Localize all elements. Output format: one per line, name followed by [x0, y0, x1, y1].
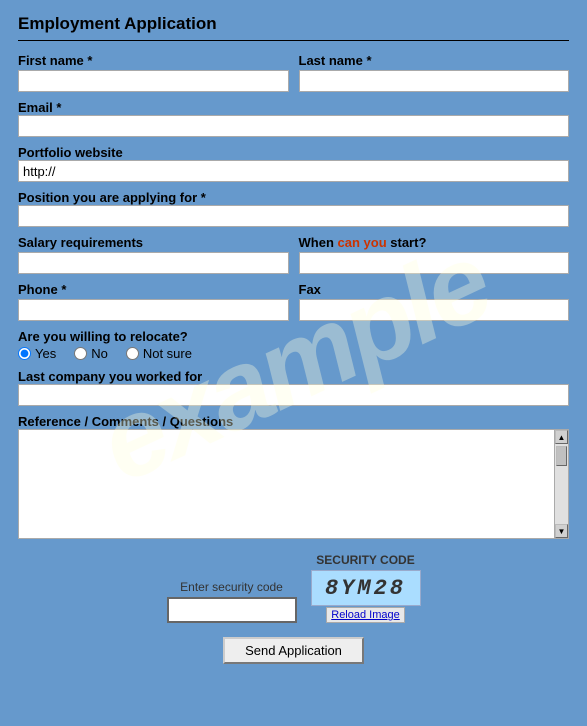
- phone-fax-row: Phone * Fax: [18, 282, 569, 321]
- textarea-wrapper: ▲ ▼: [18, 429, 569, 539]
- relocate-no-label: No: [91, 346, 108, 361]
- security-input-group: Enter security code: [167, 580, 297, 623]
- security-input-label: Enter security code: [180, 580, 283, 594]
- email-label: Email *: [18, 100, 61, 115]
- relocate-yes-item: Yes: [18, 346, 56, 361]
- last-company-label: Last company you worked for: [18, 369, 202, 384]
- comments-row: Reference / Comments / Questions ▲ ▼: [18, 414, 569, 539]
- relocate-radio-group: Yes No Not sure: [18, 346, 569, 361]
- send-application-button[interactable]: Send Application: [223, 637, 364, 664]
- title-divider: [18, 40, 569, 41]
- last-company-row: Last company you worked for: [18, 369, 569, 406]
- relocate-label: Are you willing to relocate?: [18, 329, 188, 344]
- first-name-input[interactable]: [18, 70, 289, 92]
- security-section: Enter security code SECURITY CODE 8YM28 …: [18, 553, 569, 623]
- relocate-row: Are you willing to relocate? Yes No Not …: [18, 329, 569, 361]
- first-name-col: First name *: [18, 53, 289, 92]
- comments-textarea[interactable]: [18, 429, 569, 539]
- submit-section: Send Application: [18, 637, 569, 664]
- relocate-notsure-label: Not sure: [143, 346, 192, 361]
- phone-col: Phone *: [18, 282, 289, 321]
- phone-label: Phone *: [18, 282, 289, 297]
- email-input[interactable]: [18, 115, 569, 137]
- last-company-input[interactable]: [18, 384, 569, 406]
- portfolio-label: Portfolio website: [18, 145, 123, 160]
- last-name-input[interactable]: [299, 70, 570, 92]
- scrollbar-track[interactable]: ▲ ▼: [554, 429, 569, 539]
- portfolio-input[interactable]: [18, 160, 569, 182]
- position-input[interactable]: [18, 205, 569, 227]
- salary-label: Salary requirements: [18, 235, 289, 250]
- security-code-box: SECURITY CODE 8YM28 Reload Image: [311, 553, 421, 623]
- name-row: First name * Last name *: [18, 53, 569, 92]
- last-name-col: Last name *: [299, 53, 570, 92]
- form-container: Employment Application First name * Last…: [18, 14, 569, 664]
- scrollbar-up-arrow[interactable]: ▲: [555, 430, 568, 444]
- salary-start-row: Salary requirements When can you start?: [18, 235, 569, 274]
- page-title: Employment Application: [18, 14, 569, 34]
- phone-input[interactable]: [18, 299, 289, 321]
- salary-input[interactable]: [18, 252, 289, 274]
- position-label: Position you are applying for *: [18, 190, 206, 205]
- fax-input[interactable]: [299, 299, 570, 321]
- relocate-no-radio[interactable]: [74, 347, 87, 360]
- relocate-notsure-radio[interactable]: [126, 347, 139, 360]
- relocate-no-item: No: [74, 346, 108, 361]
- comments-label: Reference / Comments / Questions: [18, 414, 233, 429]
- portfolio-row: Portfolio website: [18, 145, 569, 182]
- reload-image-link[interactable]: Reload Image: [326, 607, 405, 623]
- scrollbar-down-arrow[interactable]: ▼: [555, 524, 568, 538]
- first-name-label: First name *: [18, 53, 289, 68]
- when-start-col: When can you start?: [299, 235, 570, 274]
- when-start-label: When can you start?: [299, 235, 570, 250]
- relocate-notsure-item: Not sure: [126, 346, 192, 361]
- fax-label: Fax: [299, 282, 570, 297]
- relocate-yes-label: Yes: [35, 346, 56, 361]
- last-name-label: Last name *: [299, 53, 570, 68]
- position-row: Position you are applying for *: [18, 190, 569, 227]
- email-row: Email *: [18, 100, 569, 137]
- security-code-input[interactable]: [167, 597, 297, 623]
- scrollbar-thumb[interactable]: [556, 446, 567, 466]
- relocate-yes-radio[interactable]: [18, 347, 31, 360]
- captcha-image: 8YM28: [311, 570, 421, 606]
- page-wrapper: example Employment Application First nam…: [0, 0, 587, 726]
- fax-col: Fax: [299, 282, 570, 321]
- when-start-input[interactable]: [299, 252, 570, 274]
- salary-col: Salary requirements: [18, 235, 289, 274]
- security-code-label: SECURITY CODE: [316, 553, 414, 567]
